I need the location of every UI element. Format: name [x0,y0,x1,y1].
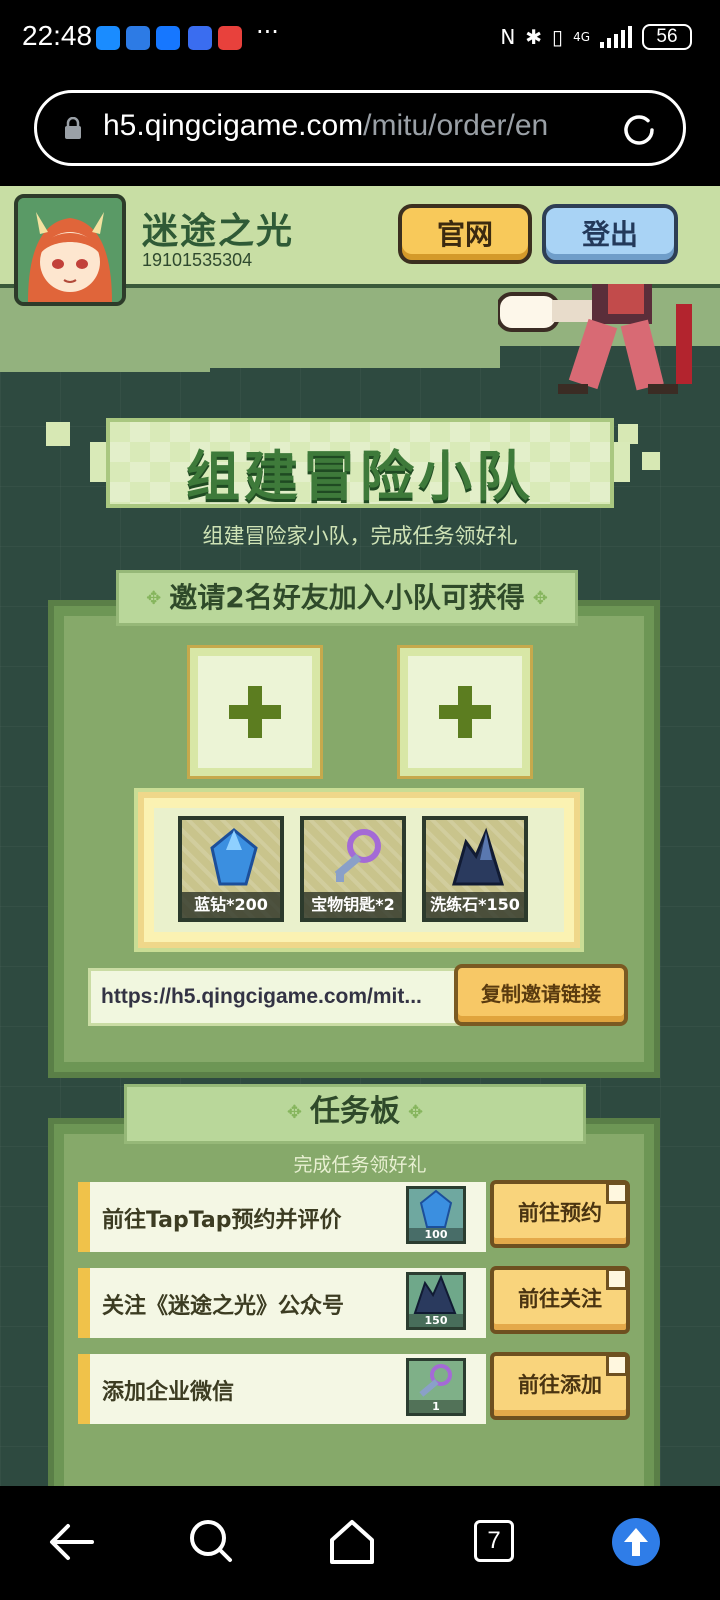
vibrate-icon: ▯ [552,25,564,49]
invite-link-field[interactable]: https://h5.qingcigame.com/mit... [88,968,460,1026]
alipay-notification-icon [156,26,180,50]
decoration-square [46,422,70,446]
go-add-button[interactable]: 前往添加 [490,1352,630,1420]
invite-link-text: https://h5.qingcigame.com/mit... [101,985,422,1008]
shopping-notification-icon [218,26,242,50]
friend-slot-2[interactable] [400,648,530,776]
system-icons: N ✱ ▯ 4G 56 [500,22,692,52]
status-bar: 22:48 ··· N ✱ ▯ 4G 56 [0,0,720,78]
task-subtitle: 完成任务领好礼 [293,1154,427,1176]
network-type-label: 4G [573,30,590,44]
leaf-icon: ✥ [146,588,162,609]
blue-diamond-icon [210,828,258,886]
task-row: 前往TapTap预约并评价 100 [78,1182,486,1252]
invite-ribbon-text: 邀请2名好友加入小队可获得 [169,581,525,614]
reward-refining-stone: 洗练石*150 [422,816,528,922]
task-reward-qty: 1 [409,1400,463,1413]
signal-icon [600,26,632,48]
header-band [210,346,500,368]
reward-label: 蓝钻*200 [182,892,280,918]
web-page: 迷途之光 19101535304 官网 登出 组建冒险小队 组建冒险家小队，完成… [0,186,720,1486]
url-path: /mitu/order/en [363,109,549,142]
add-friend-icon [229,686,281,738]
reward-label: 宝物钥匙*2 [304,892,402,918]
browser-toolbar: h5.qingcigame.com/mitu/order/en [0,78,720,186]
site-header: 迷途之光 19101535304 官网 登出 [0,186,720,306]
treasure-key-icon [334,829,381,882]
tab-count: 7 [474,1520,514,1562]
avatar [14,194,126,306]
refining-stone-icon [452,827,505,886]
address-bar[interactable]: h5.qingcigame.com/mitu/order/en [34,90,686,166]
friend-slot-1[interactable] [190,648,320,776]
reload-icon[interactable] [619,110,659,150]
home-icon[interactable] [320,1510,384,1574]
browser-nav-bar: 7 [0,1486,720,1600]
task-label: 添加企业微信 [102,1380,235,1405]
more-notifications-icon: ··· [256,18,279,46]
task-board-title: 任务板 [310,1094,400,1129]
search-icon[interactable] [180,1510,244,1574]
url-host: h5.qingcigame.com [103,109,364,142]
avatar-image [18,198,122,302]
tabs-button[interactable]: 7 [462,1510,526,1574]
url-text[interactable]: h5.qingcigame.com/mitu/order/en [103,109,583,143]
task-row: 添加企业微信 1 [78,1354,486,1424]
game-name: 迷途之光 [142,211,295,252]
invite-ribbon: ✥ 邀请2名好友加入小队可获得 ✥ [116,570,578,626]
leaf-icon: ✥ [286,1101,302,1123]
qq-notification-icon [126,26,150,50]
go-reserve-button[interactable]: 前往预约 [490,1180,630,1248]
task-reward-qty: 100 [409,1228,463,1241]
upload-arrow-icon[interactable] [604,1510,668,1574]
leaf-icon: ✥ [532,588,548,609]
official-site-button[interactable]: 官网 [398,204,532,264]
task-reward-qty: 150 [409,1314,463,1327]
bluetooth-icon: ✱ [525,25,543,49]
logout-button[interactable]: 登出 [542,204,678,264]
copy-invite-link-button[interactable]: 复制邀请链接 [454,964,628,1026]
blue-diamond-icon: 100 [406,1186,466,1244]
reward-board: 蓝钻*200 宝物钥匙*2 洗练石*150 [138,792,580,948]
task-row: 关注《迷途之光》公众号 150 [78,1268,486,1338]
back-icon[interactable] [40,1510,104,1574]
app-notification-icon [188,26,212,50]
header-band [0,346,210,372]
lock-icon [65,117,81,139]
add-friend-icon [439,686,491,738]
title-banner: 组建冒险小队 [90,418,630,508]
task-ribbon: ✥ 任务板 ✥ [124,1084,586,1144]
pixel-character-illustration [498,284,692,394]
battery-icon: 56 [642,24,692,50]
task-label: 前往TapTap预约并评价 [102,1208,342,1233]
clock: 22:48 [22,20,93,51]
reward-blue-diamond: 蓝钻*200 [178,816,284,922]
refining-stone-icon: 150 [406,1272,466,1330]
decoration-square [618,424,638,444]
leaf-icon: ✥ [408,1101,424,1123]
page-title: 组建冒险小队 [186,445,534,508]
task-label: 关注《迷途之光》公众号 [102,1294,345,1319]
go-follow-button[interactable]: 前往关注 [490,1266,630,1334]
user-id: 19101535304 [142,250,253,270]
message-notification-icon [96,26,120,50]
page-subtitle: 组建冒险家小队，完成任务领好礼 [202,524,518,548]
reward-treasure-key: 宝物钥匙*2 [300,816,406,922]
treasure-key-icon: 1 [406,1358,466,1416]
reward-label: 洗练石*150 [426,892,524,918]
decoration-square [642,452,660,470]
nfc-icon: N [500,25,516,49]
